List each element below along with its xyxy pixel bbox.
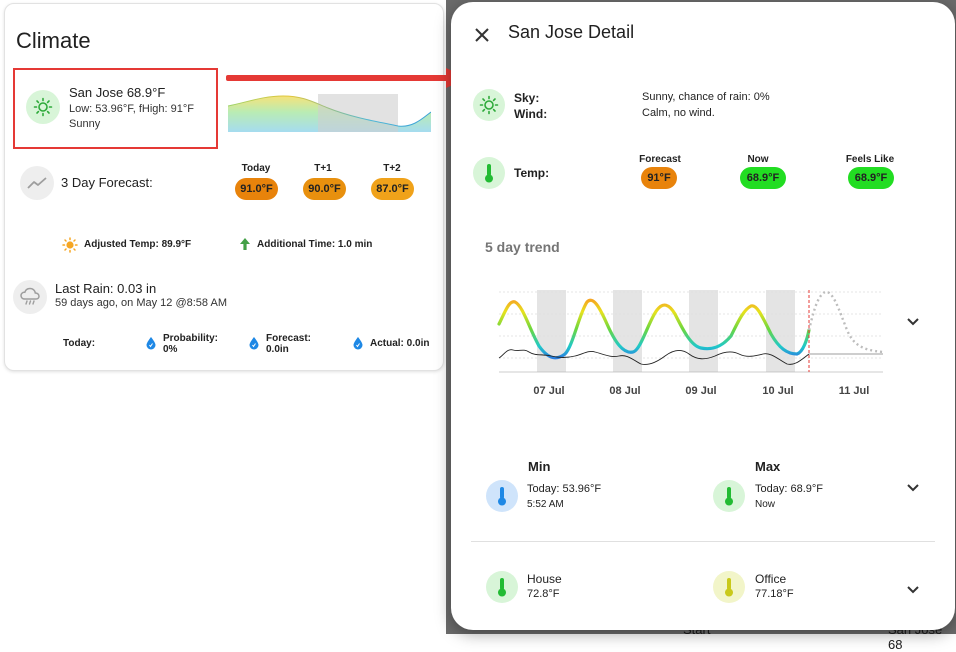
low-high: Low: 53.96°F, fHigh: 91°F: [69, 103, 194, 115]
forecast-series: [807, 290, 884, 354]
x-tick-label: 07 Jul: [533, 385, 564, 397]
rain-subtitle: 59 days ago, on May 12 @8:58 AM: [55, 297, 227, 309]
forecast-pill: 91.0°F: [235, 178, 278, 200]
dialog-title: San Jose Detail: [508, 22, 635, 42]
cloud-rain-icon: [13, 280, 47, 314]
thermometer-icon: [713, 571, 745, 603]
temp-pill-feels: 68.9°F: [848, 167, 894, 189]
wind-label: Wind:: [514, 107, 548, 121]
arrow-up-icon: [238, 237, 252, 256]
x-tick-label: 11 Jul: [839, 385, 870, 397]
min-label: Min: [528, 459, 551, 474]
house-value: 72.8°F: [527, 588, 560, 600]
sky-value: Sunny, chance of rain: 0%: [642, 91, 770, 103]
sun-icon[interactable]: [26, 90, 60, 124]
x-tick-label: 10 Jul: [762, 385, 793, 397]
x-tick-label: 08 Jul: [609, 385, 640, 397]
temp-col-label: Feels Like: [845, 154, 895, 165]
x-tick-label: 09 Jul: [685, 385, 716, 397]
thermometer-icon: [473, 157, 505, 189]
last-rain: Last Rain: 0.03 in: [55, 281, 157, 296]
rain-forecast-value: 0.0in: [266, 344, 289, 355]
sun-icon: [473, 89, 505, 121]
temp-label: Temp:: [514, 166, 550, 180]
rain-actual: Actual: 0.0in: [370, 338, 430, 349]
condition: Sunny: [69, 118, 101, 130]
temp-pill-now: 68.9°F: [740, 167, 786, 189]
probability-value: 0%: [163, 344, 178, 355]
temp-pill-forecast: 91°F: [641, 167, 677, 189]
forecast-label: 3 Day Forecast:: [61, 175, 153, 190]
water-drop-icon: [248, 336, 260, 355]
rain-today-label: Today:: [63, 338, 96, 349]
card-title: Climate: [16, 28, 91, 53]
detail-dialog: San Jose Detail Sky: Wind: Sunny, chance…: [451, 2, 955, 630]
thermometer-icon: [713, 480, 745, 512]
min-value: Today: 53.96°F: [527, 483, 602, 495]
office-label: Office: [755, 572, 787, 586]
sun-adjust-icon: [62, 237, 78, 258]
forecast-col-label: Today: [241, 163, 271, 174]
night-band: [613, 290, 642, 372]
min-time: 5:52 AM: [527, 499, 564, 510]
callout-arrow: [226, 75, 448, 81]
house-label: House: [527, 572, 562, 586]
location-temp[interactable]: San Jose 68.9°F: [69, 85, 165, 100]
divider: [471, 541, 935, 542]
sky-label: Sky:: [514, 91, 540, 105]
trend-title: 5 day trend: [485, 239, 560, 255]
mini-temp-graph[interactable]: [228, 92, 431, 132]
thermometer-icon: [486, 480, 518, 512]
temp-col-label: Now: [747, 154, 769, 165]
forecast-pill: 87.0°F: [371, 178, 414, 200]
water-drop-icon: [145, 336, 157, 355]
trend-chart[interactable]: 07 Jul 08 Jul 09 Jul 10 Jul 11 Jul: [495, 284, 890, 399]
max-value: Today: 68.9°F: [755, 483, 823, 495]
thermometer-icon: [486, 571, 518, 603]
adjusted-temp: Adjusted Temp: 89.9°F: [84, 239, 192, 250]
max-time: Now: [755, 499, 776, 510]
additional-time: Additional Time: 1.0 min: [257, 239, 373, 250]
trending-icon: [20, 166, 54, 200]
forecast-col-label: T+1: [314, 163, 332, 174]
close-icon[interactable]: [471, 24, 493, 46]
night-band: [689, 290, 718, 372]
forecast-pill: 90.0°F: [303, 178, 346, 200]
max-label: Max: [755, 459, 781, 474]
probability-label: Probability:: [163, 333, 219, 344]
temp-col-label: Forecast: [639, 154, 681, 165]
night-band: [537, 290, 566, 372]
climate-card: Climate San Jose 68.9°F Low: 53.96°F, fH…: [4, 3, 444, 371]
chevron-down-icon[interactable]: [904, 580, 922, 598]
wind-value: Calm, no wind.: [642, 107, 715, 119]
forecast-col-label: T+2: [383, 163, 401, 174]
water-drop-icon: [352, 336, 364, 355]
chevron-down-icon[interactable]: [904, 312, 922, 330]
office-value: 77.18°F: [755, 588, 794, 600]
rain-forecast-label: Forecast:: [266, 333, 312, 344]
chevron-down-icon[interactable]: [904, 478, 922, 496]
